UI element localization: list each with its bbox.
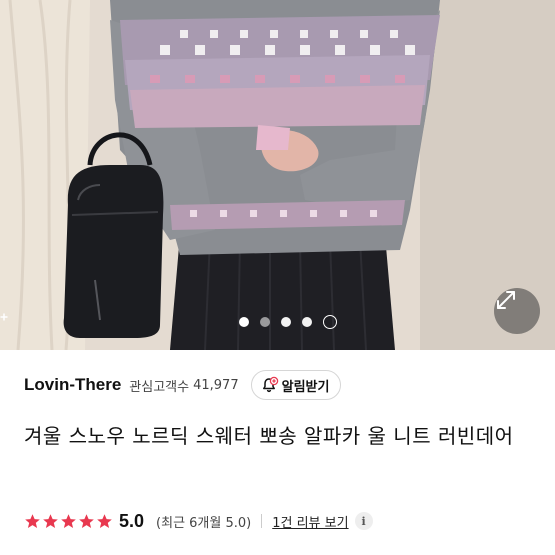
product-image (0, 0, 555, 350)
product-photo[interactable] (0, 0, 555, 350)
follower-label: 관심고객수 (129, 379, 190, 395)
seller-row: Lovin-There 관심고객수 41,977 알림받기 (24, 368, 534, 402)
star-icon (79, 513, 94, 528)
star-icon (61, 513, 76, 528)
pagination-dot[interactable] (259, 317, 270, 327)
star-icon (97, 513, 112, 528)
info-icon[interactable]: i (354, 512, 373, 530)
recent-rating: (최근 6개월 5.0) (156, 515, 252, 531)
star-icon (43, 513, 58, 528)
star-icon (25, 513, 40, 528)
follower-count: 41,977 (193, 377, 239, 393)
rating-score: 5.0 (119, 510, 145, 531)
rating-row: 5.0 (최근 6개월 5.0) 1건 리뷰 보기 i (24, 508, 544, 534)
pagination-dot[interactable] (238, 317, 249, 327)
pagination-dot[interactable] (280, 317, 291, 327)
more-images-icon[interactable] (0, 313, 337, 329)
divider (261, 514, 263, 528)
product-title: 겨울 스노우 노르딕 스웨터 뽀송 알파카 울 니트 러빈데어 (24, 424, 514, 448)
gallery-pagination[interactable] (0, 313, 555, 331)
bell-plus-icon (262, 376, 278, 393)
expand-icon (497, 291, 515, 309)
pagination-dot[interactable] (301, 317, 312, 327)
expand-image-button[interactable] (494, 288, 540, 334)
notify-button[interactable]: 알림받기 (250, 370, 342, 400)
notify-button-label: 알림받기 (281, 379, 330, 395)
seller-name-link[interactable]: Lovin-There (24, 375, 121, 395)
star-rating (24, 513, 113, 530)
view-reviews-link[interactable]: 1건 리뷰 보기 (272, 512, 348, 531)
